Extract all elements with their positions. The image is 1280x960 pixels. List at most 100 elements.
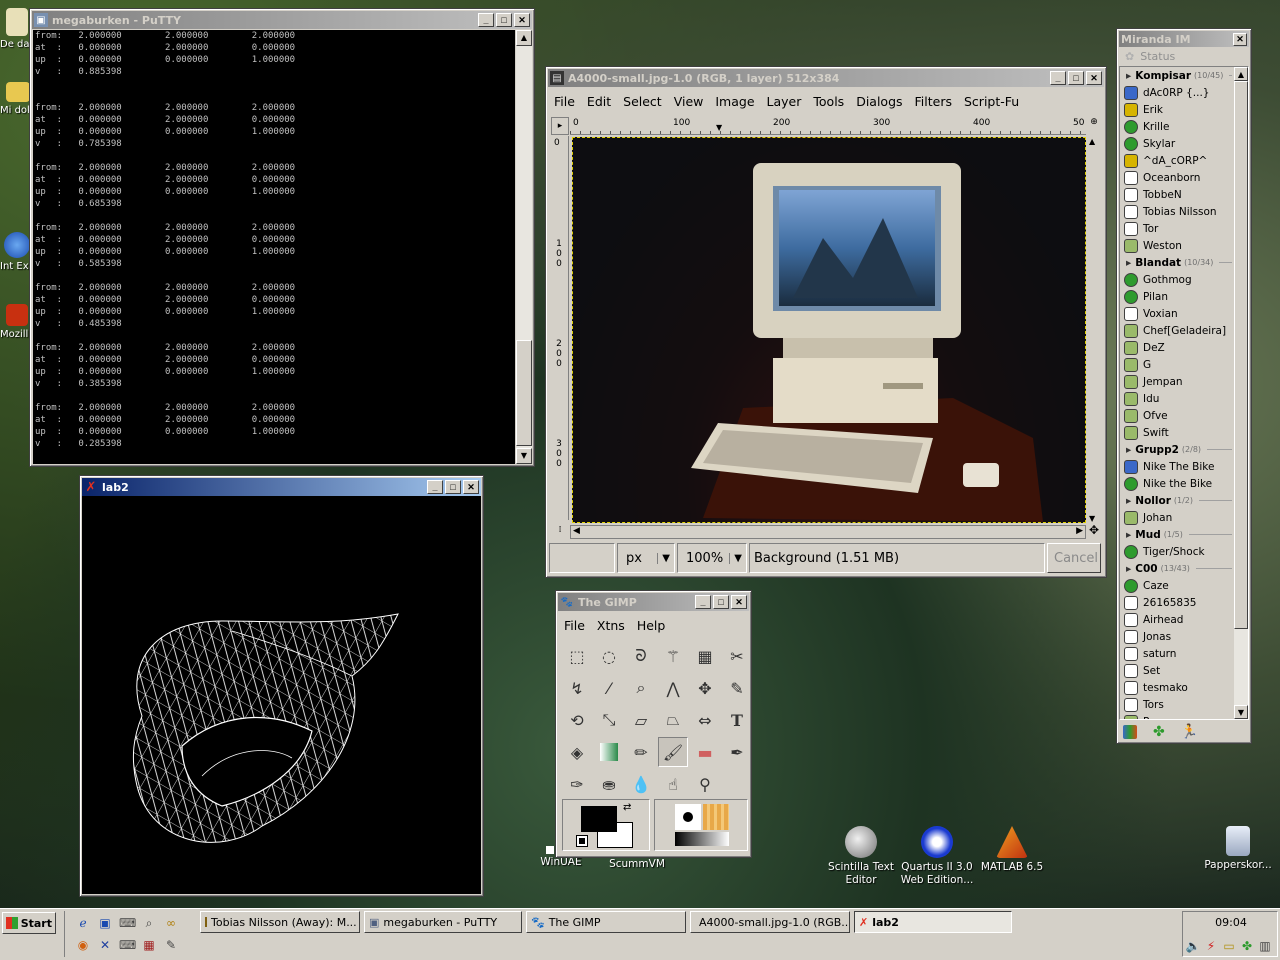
contact-item[interactable]: tesmako [1120,679,1236,696]
scale-icon[interactable]: ⤡ [594,705,624,735]
contact-item[interactable]: TobbeN [1120,186,1236,203]
color-select-icon[interactable]: ▦ [690,641,720,671]
crop-icon[interactable]: ✎ [722,673,752,703]
text-icon[interactable]: T [722,705,752,735]
contact-item[interactable]: Set [1120,662,1236,679]
gimp-toolbox-window[interactable]: 🐾 The GIMP _ □ ✕ File Xtns Help ⬚ ◌ ᘐ ⚚ … [555,590,752,858]
zoom-toggle-icon[interactable]: ⊕ [1087,117,1101,135]
contact-item[interactable]: DeZ [1120,339,1236,356]
scroll-down-button[interactable]: ▼ [1089,514,1095,523]
image-canvas[interactable] [572,137,1086,523]
clone-icon[interactable]: ⛂ [594,769,624,799]
menu-edit[interactable]: Edit [581,94,617,109]
scroll-up-button[interactable]: ▲ [1234,67,1248,81]
zoom-select[interactable]: 100% ▼ [677,543,747,573]
contact-item[interactable]: Jempan [1120,373,1236,390]
task-miranda[interactable]: Tobias Nilsson (Away): M... [200,911,360,933]
contact-item[interactable]: Nike the Bike [1120,475,1236,492]
scroll-down-button[interactable]: ▼ [1234,705,1248,719]
clock[interactable]: 09:04 [1183,916,1279,929]
contact-item[interactable]: Oceanborn [1120,169,1236,186]
contact-item[interactable]: Skylar [1120,135,1236,152]
menu-help[interactable]: Help [631,618,672,633]
blend-icon[interactable] [600,743,618,761]
contact-item[interactable]: Perre [1120,713,1236,719]
maximize-button[interactable]: □ [1068,71,1084,85]
menu-layer[interactable]: Layer [761,94,808,109]
miranda-tray-icon[interactable]: ✤ [1239,938,1255,954]
miranda-window[interactable]: Miranda IM ✕ ✿ Status ▸ Kompisar (10/45) dA… [1116,28,1252,744]
status-menu-icon[interactable]: ✤ [1153,724,1165,740]
minimize-button[interactable]: _ [427,480,443,494]
maximize-button[interactable]: □ [496,13,512,27]
task-putty[interactable]: ▣ megaburken - PuTTY [364,911,522,933]
contact-item[interactable]: Caze [1120,577,1236,594]
contact-group[interactable]: ▸ Blandat (10/34) [1120,254,1236,271]
contact-item[interactable]: Idu [1120,390,1236,407]
unit-select[interactable]: px ▼ [617,543,675,573]
close-button[interactable]: ✕ [1086,71,1102,85]
contact-item[interactable]: Erik [1120,101,1236,118]
cancel-button[interactable]: Cancel [1047,543,1101,573]
canvas-vscrollbar[interactable]: ▲ ▼ [1087,137,1101,523]
group-expanded-icon[interactable]: ▸ [1126,529,1131,541]
group-expanded-icon[interactable]: ▸ [1126,257,1131,269]
gimp-toolbox-titlebar[interactable]: 🐾 The GIMP _ □ ✕ [558,593,749,611]
menu-view[interactable]: View [668,94,710,109]
scissors-icon[interactable]: ✂ [722,641,752,671]
contact-item[interactable]: Pilan [1120,288,1236,305]
contact-group[interactable]: ▸ C00 (13/43) [1120,560,1236,577]
contact-item[interactable]: Jonas [1120,628,1236,645]
putty-titlebar[interactable]: ▣ megaburken - PuTTY _ □ ✕ [32,11,532,29]
scroll-thumb[interactable] [1234,81,1248,629]
flip-icon[interactable]: ⇔ [690,705,720,735]
ie-quicklaunch-icon[interactable]: ℯ [75,915,91,931]
desktop-icon-quartus[interactable]: Quartus II 3.0 Web Edition... [898,826,976,887]
putty-window[interactable]: ▣ megaburken - PuTTY _ □ ✕ from: 2.00000… [29,8,535,467]
measure-icon[interactable]: ⋀ [658,673,688,703]
menu-select[interactable]: Select [617,94,668,109]
gradient-preview[interactable] [675,832,729,846]
firefox-quicklaunch-icon[interactable]: ◉ [75,937,91,953]
group-expanded-icon[interactable]: ▸ [1126,444,1131,456]
close-button[interactable]: ✕ [1233,32,1247,46]
minimize-button[interactable]: _ [695,595,711,609]
desktop-icon-recycle-bin[interactable]: Papperskor... [1200,826,1276,872]
scroll-up-button[interactable]: ▲ [1089,137,1095,146]
volume-icon[interactable]: 🔈 [1185,938,1201,954]
gimp-image-window[interactable]: ▤ A4000-small.jpg-1.0 (RGB, 1 layer) 512… [545,66,1107,578]
opengl-canvas[interactable] [82,496,481,894]
contact-item[interactable]: Tor [1120,220,1236,237]
contact-item[interactable]: dAc0RP {...} [1120,84,1236,101]
ink-icon[interactable]: ✑ [562,769,592,799]
contact-group[interactable]: ▸ Kompisar (10/45) [1120,67,1236,84]
zoom-icon[interactable]: ⌕ [626,673,656,703]
contact-scrollbar[interactable]: ▲ ▼ [1234,67,1248,719]
contact-item[interactable]: Airhead [1120,611,1236,628]
putty-scrollbar[interactable]: ▲ ▼ [516,30,532,464]
contact-item[interactable]: Gothmog [1120,271,1236,288]
fg-bg-colors[interactable]: ⇄ [562,799,650,851]
close-button[interactable]: ✕ [514,13,530,27]
canvas-hscrollbar[interactable]: ◀ ▶ [570,525,1086,539]
airbrush-icon[interactable]: ✒ [722,737,752,767]
away-icon[interactable]: 🏃 [1181,724,1198,740]
ellipse-select-icon[interactable]: ◌ [594,641,624,671]
task-lab2[interactable]: ✗ lab2 [854,911,1012,933]
start-button[interactable]: Start [2,912,56,934]
eraser-icon[interactable]: ▬ [690,737,720,767]
swap-colors-icon[interactable]: ⇄ [623,802,631,813]
minimize-button[interactable]: _ [1050,71,1066,85]
menu-file[interactable]: File [558,618,591,633]
default-colors-icon[interactable] [576,835,588,847]
network-tray-icon[interactable]: ▥ [1257,938,1273,954]
alert-icon[interactable]: ⚡ [1203,938,1219,954]
color-picker-icon[interactable]: ⁄ [594,673,624,703]
close-button[interactable]: ✕ [463,480,479,494]
contact-item[interactable]: Weston [1120,237,1236,254]
perspective-icon[interactable]: ⏢ [658,705,688,735]
group-expanded-icon[interactable]: ▸ [1126,563,1131,575]
contact-group[interactable]: ▸ Grupp2 (2/8) [1120,441,1236,458]
desktop-quicklaunch-icon[interactable]: ▣ [97,915,113,931]
menu-file[interactable]: File [548,94,581,109]
